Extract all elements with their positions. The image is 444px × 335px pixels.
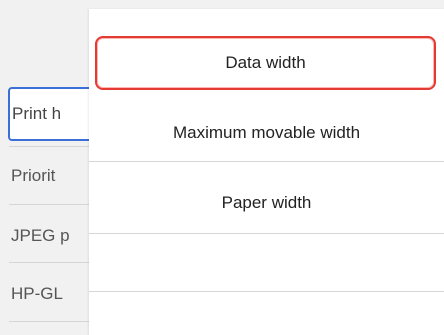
list-item-label: Print h (12, 104, 62, 123)
menu-item-data-width[interactable]: Data width (95, 36, 436, 90)
menu-item-maximum-movable-width[interactable]: Maximum movable width (89, 107, 444, 159)
divider (89, 161, 444, 162)
menu-item-paper-width[interactable]: Paper width (89, 177, 444, 229)
width-options-popup: Data width Maximum movable width Paper w… (89, 9, 444, 335)
menu-item-label: Paper width (221, 193, 312, 212)
menu-item-label: Maximum movable width (172, 123, 361, 142)
divider (89, 291, 444, 292)
list-item-label: JPEG p (11, 226, 70, 245)
divider (89, 233, 444, 234)
list-item-label: Priorit (11, 166, 56, 185)
menu-item-label: Data width (225, 53, 306, 72)
list-item-label: HP-GL (11, 284, 63, 303)
